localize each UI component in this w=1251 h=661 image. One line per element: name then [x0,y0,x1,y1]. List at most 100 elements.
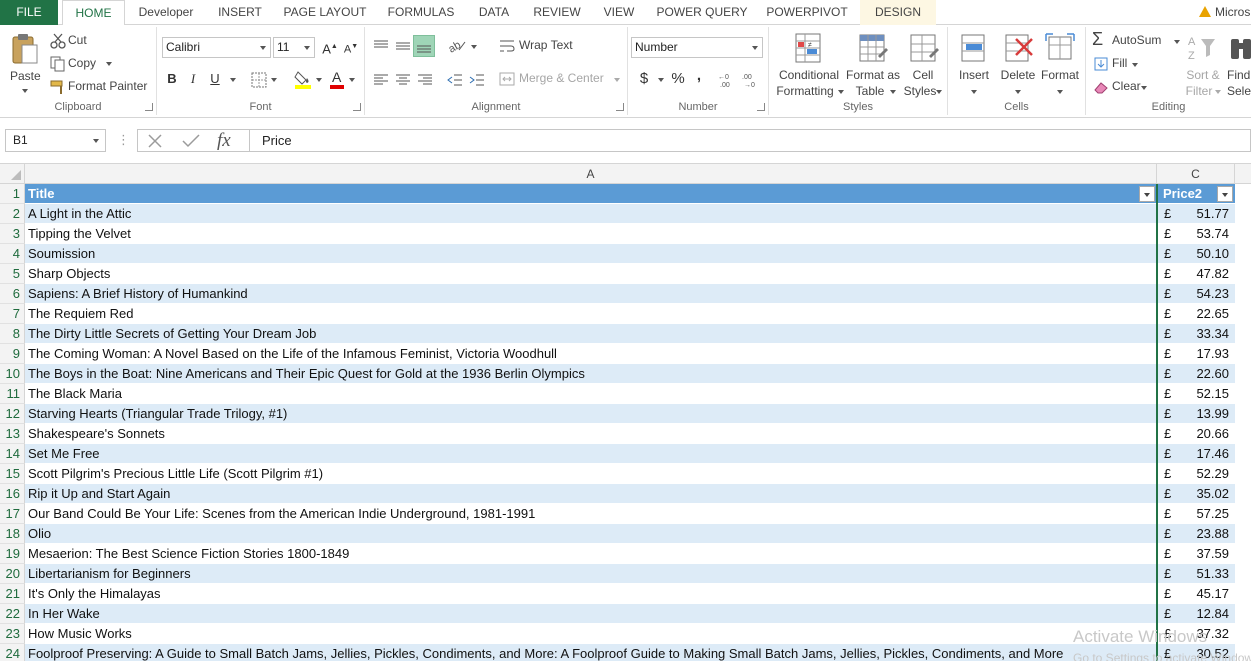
align-middle-icon[interactable] [395,39,411,53]
price-cell[interactable]: £52.15 [1157,384,1235,404]
font-size-select[interactable]: 11 [273,37,315,58]
tab-home[interactable]: HOME [62,0,125,26]
filter-dropdown-icon[interactable] [1139,186,1155,202]
price-cell[interactable]: £17.46 [1157,444,1235,464]
column-header-a[interactable]: A [25,164,1157,184]
row-header[interactable]: 1 [0,184,25,204]
row-header[interactable]: 17 [0,504,25,524]
name-box[interactable]: B1 [5,129,106,152]
title-cell[interactable]: It's Only the Himalayas [25,584,1157,604]
format-painter-button[interactable]: Format Painter [50,78,150,96]
title-cell[interactable]: Olio [25,524,1157,544]
price-cell[interactable]: £12.84 [1157,604,1235,624]
price-cell[interactable]: £57.25 [1157,504,1235,524]
orientation-dropdown-icon[interactable] [471,45,477,49]
account-area[interactable]: Micros [1193,0,1251,25]
increase-indent-icon[interactable] [469,73,485,87]
row-header[interactable]: 5 [0,264,25,284]
row-header[interactable]: 10 [0,364,25,384]
price-cell[interactable]: £33.34 [1157,324,1235,344]
title-cell[interactable]: Scott Pilgrim's Precious Little Life (Sc… [25,464,1157,484]
row-header[interactable]: 8 [0,324,25,344]
comma-button[interactable]: , [688,65,710,87]
grow-font-icon[interactable]: A▲ [319,36,341,58]
title-cell[interactable]: How Music Works [25,624,1157,644]
title-cell[interactable]: The Requiem Red [25,304,1157,324]
autosum-button[interactable]: Σ AutoSum [1092,29,1182,51]
row-header[interactable]: 20 [0,564,25,584]
select-all-corner[interactable] [0,164,25,184]
header-cell-price[interactable]: Price2 [1157,184,1235,204]
font-color-dropdown-icon[interactable] [349,78,355,82]
row-header[interactable]: 19 [0,544,25,564]
row-header[interactable]: 16 [0,484,25,504]
italic-button[interactable]: I [182,68,204,90]
row-header[interactable]: 9 [0,344,25,364]
wrap-text-button[interactable]: Wrap Text [499,36,599,56]
number-format-select[interactable]: Number [631,37,763,58]
price-cell[interactable]: £35.02 [1157,484,1235,504]
row-header[interactable]: 4 [0,244,25,264]
price-cell[interactable]: £23.88 [1157,524,1235,544]
column-header-c[interactable]: C [1157,164,1235,184]
font-color-icon[interactable]: A [329,69,345,89]
enter-check-icon[interactable] [182,133,200,149]
title-cell[interactable]: Set Me Free [25,444,1157,464]
align-center-icon[interactable] [395,73,411,87]
font-launcher-icon[interactable] [353,103,361,111]
align-left-icon[interactable] [373,73,389,87]
decrease-indent-icon[interactable] [447,73,463,87]
cancel-icon[interactable] [147,133,163,149]
price-cell[interactable]: £22.60 [1157,364,1235,384]
percent-button[interactable]: % [667,68,689,90]
price-cell[interactable]: £22.65 [1157,304,1235,324]
row-header[interactable]: 11 [0,384,25,404]
clipboard-launcher-icon[interactable] [145,103,153,111]
borders-icon[interactable] [251,72,267,88]
insert-cells-button[interactable]: Insert [952,29,996,99]
fill-color-icon[interactable] [294,69,312,89]
row-header[interactable]: 7 [0,304,25,324]
price-cell[interactable]: £50.10 [1157,244,1235,264]
number-launcher-icon[interactable] [757,103,765,111]
row-header[interactable]: 21 [0,584,25,604]
title-cell[interactable]: Sapiens: A Brief History of Humankind [25,284,1157,304]
orientation-icon[interactable]: ab [447,37,467,53]
align-right-icon[interactable] [417,73,433,87]
row-header[interactable]: 2 [0,204,25,224]
row-header[interactable]: 6 [0,284,25,304]
title-cell[interactable]: Rip it Up and Start Again [25,484,1157,504]
title-cell[interactable]: The Black Maria [25,384,1157,404]
price-cell[interactable]: £45.17 [1157,584,1235,604]
row-header[interactable]: 12 [0,404,25,424]
clear-button[interactable]: Clear [1092,77,1162,97]
price-cell[interactable]: £51.33 [1157,564,1235,584]
delete-cells-button[interactable]: Delete [996,29,1040,99]
title-cell[interactable]: Soumission [25,244,1157,264]
paste-button[interactable]: Paste [6,31,44,97]
header-cell-title[interactable]: Title [25,184,1157,204]
price-cell[interactable]: £53.74 [1157,224,1235,244]
fill-button[interactable]: Fill [1092,54,1152,74]
price-cell[interactable]: £47.82 [1157,264,1235,284]
price-cell[interactable]: £13.99 [1157,404,1235,424]
title-cell[interactable]: Shakespeare's Sonnets [25,424,1157,444]
row-header[interactable]: 22 [0,604,25,624]
row-header[interactable]: 14 [0,444,25,464]
tab-design[interactable]: DESIGN [860,0,936,25]
tab-page-layout[interactable]: PAGE LAYOUT [278,0,372,25]
title-cell[interactable]: Our Band Could Be Your Life: Scenes from… [25,504,1157,524]
shrink-font-icon[interactable]: A▼ [340,36,362,58]
merge-center-button[interactable]: Merge & Center [499,69,623,89]
row-header[interactable]: 23 [0,624,25,644]
format-cells-button[interactable]: Format [1038,29,1082,99]
row-header[interactable]: 3 [0,224,25,244]
title-cell[interactable]: The Boys in the Boat: Nine Americans and… [25,364,1157,384]
currency-button[interactable]: $ [633,68,655,90]
price-cell[interactable]: £54.23 [1157,284,1235,304]
cell-styles-button[interactable]: Cell Styles [901,29,945,99]
title-cell[interactable]: In Her Wake [25,604,1157,624]
sort-filter-button[interactable]: A Z Sort & Filter [1183,29,1223,99]
decrease-decimal-icon[interactable]: .00 →0 [742,71,762,89]
bold-button[interactable]: B [161,68,183,90]
